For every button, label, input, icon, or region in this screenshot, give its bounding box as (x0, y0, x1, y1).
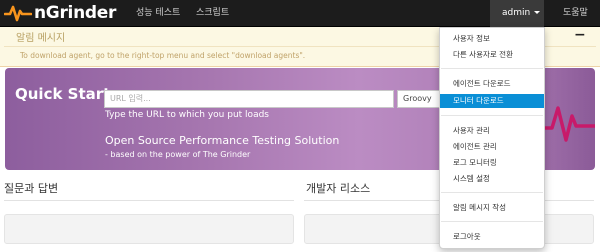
user-menu-toggle[interactable]: admin (490, 0, 544, 27)
nav-help[interactable]: 도움말 (563, 0, 588, 27)
qa-section-title: 질문과 답변 (4, 182, 59, 195)
pulse-graphic-icon (540, 106, 595, 142)
qa-divider (4, 200, 294, 201)
qa-list-panel (4, 214, 294, 244)
brand-logo[interactable]: nGrinder (4, 3, 116, 23)
nav-script[interactable]: 스크립트 (196, 0, 229, 27)
app-page: nGrinder 성능 테스트 스크립트 admin 도움말 알림 메시지 − … (0, 0, 600, 252)
caret-down-icon (534, 11, 541, 14)
menu-divider (441, 221, 543, 222)
menu-item-monitor-download[interactable]: 모니터 다운로드 (440, 94, 544, 108)
user-name: admin (502, 8, 531, 18)
menu-item-agent-download[interactable]: 에이전트 다운로드 (440, 77, 544, 91)
top-navbar: nGrinder 성능 테스트 스크립트 admin 도움말 (0, 0, 600, 27)
menu-item-agent-management[interactable]: 에이전트 관리 (440, 140, 544, 154)
brand-name: nGrinder (34, 3, 117, 23)
menu-item-log-monitoring[interactable]: 로그 모니터링 (440, 156, 544, 170)
menu-divider (441, 192, 543, 193)
alert-title: 알림 메시지 (16, 33, 66, 44)
menu-item-write-notice[interactable]: 알림 메시지 작성 (440, 201, 544, 215)
nav-performance-test[interactable]: 성능 테스트 (136, 0, 180, 27)
menu-divider (441, 68, 543, 69)
collapse-icon[interactable]: − (574, 27, 586, 43)
menu-item-system-settings[interactable]: 시스템 설정 (440, 172, 544, 186)
lightning-logo-icon (4, 5, 32, 22)
user-dropdown-menu: 사용자 정보 다른 사용자로 전환 에이전트 다운로드 모니터 다운로드 사용자… (439, 27, 545, 249)
menu-item-user-info[interactable]: 사용자 정보 (440, 32, 544, 46)
menu-item-switch-user[interactable]: 다른 사용자로 전환 (440, 48, 544, 62)
menu-divider (441, 115, 543, 116)
solution-title: Open Source Performance Testing Solution (105, 134, 340, 147)
url-hint: Type the URL to which you put loads (105, 110, 269, 120)
alert-message: To download agent, go to the right-top m… (20, 51, 306, 60)
menu-item-user-management[interactable]: 사용자 관리 (440, 124, 544, 138)
solution-subtitle: - based on the power of The Grinder (105, 150, 251, 159)
menu-item-logout[interactable]: 로그아웃 (440, 230, 544, 244)
quick-start-title: Quick Start (15, 85, 111, 103)
url-input[interactable]: URL 입력... (104, 90, 394, 108)
dev-resources-title: 개발자 리소스 (306, 182, 371, 195)
